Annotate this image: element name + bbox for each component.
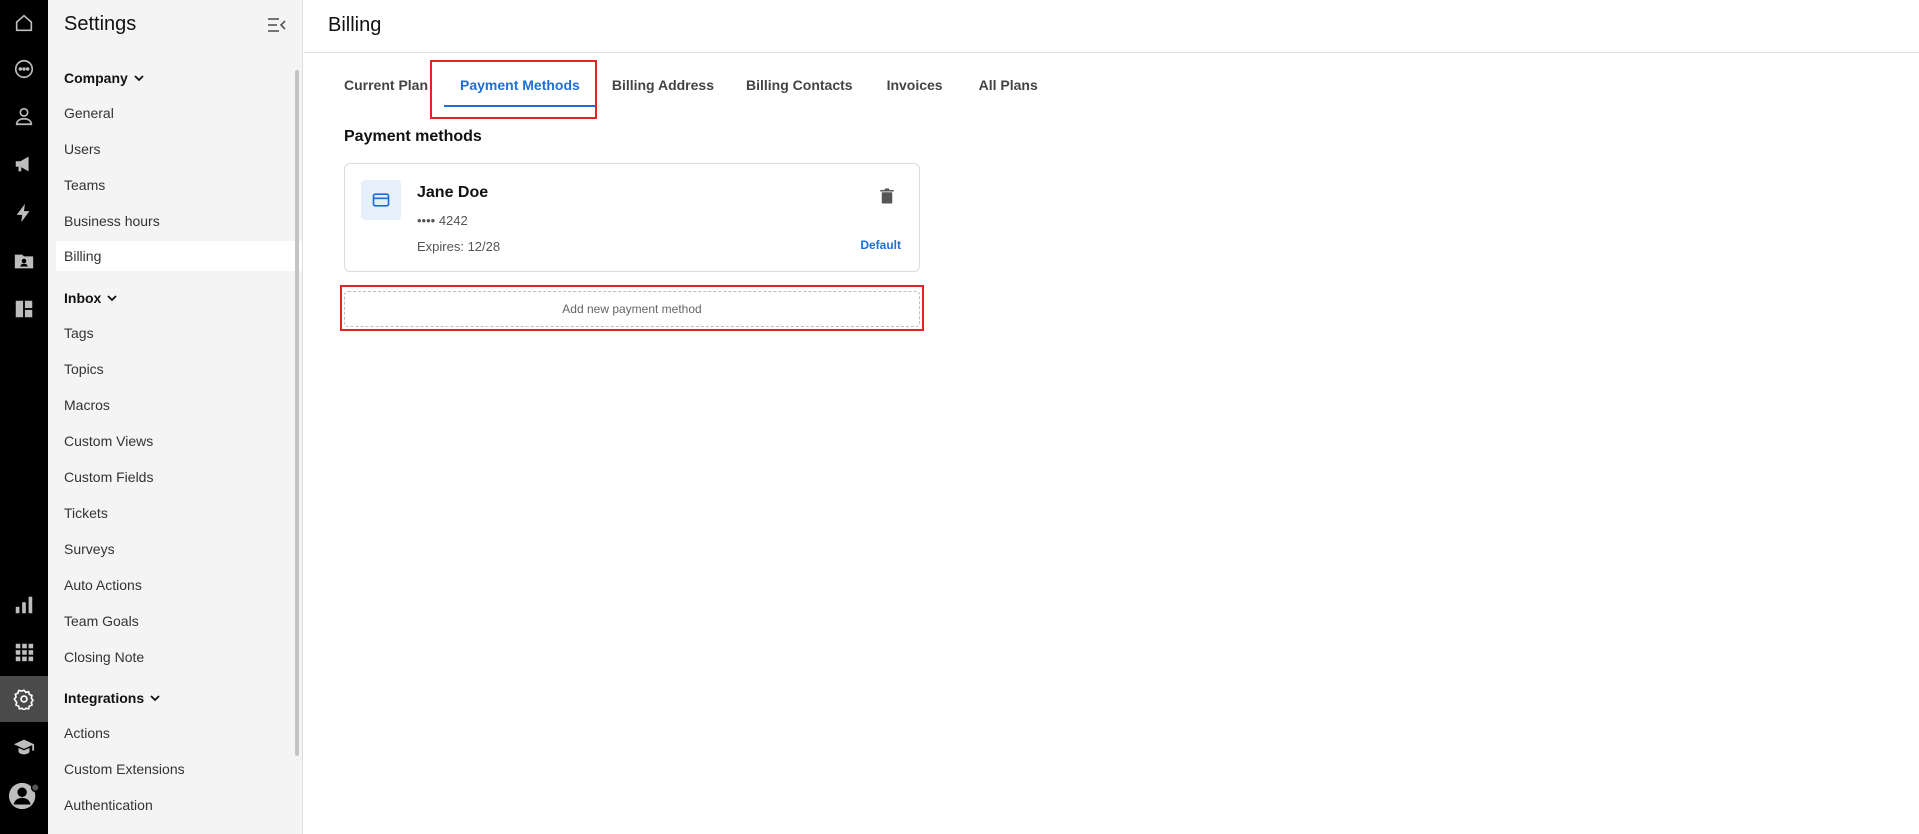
sidebar-item-custom-extensions[interactable]: Custom Extensions [56, 754, 302, 784]
trash-icon[interactable] [877, 186, 897, 206]
sidebar-item-tickets[interactable]: Tickets [56, 498, 302, 528]
sidebar-scrollbar[interactable] [295, 70, 299, 756]
default-badge: Default [860, 238, 901, 252]
sidebar-item-authentication[interactable]: Authentication [56, 790, 302, 820]
sidebar-section-label: Integrations [64, 690, 145, 706]
apps-grid-icon[interactable] [0, 629, 48, 675]
person-icon[interactable] [0, 93, 48, 139]
sidebar-item-auto-actions[interactable]: Auto Actions [56, 570, 302, 600]
lightning-icon[interactable] [0, 190, 48, 236]
page-header: Billing [304, 0, 1919, 53]
sidebar-item-custom-views[interactable]: Custom Views [56, 426, 302, 456]
credit-card-icon [361, 180, 401, 220]
add-button-highlight-box [340, 285, 924, 331]
sidebar-section-inbox[interactable]: Inbox [64, 290, 119, 306]
page-title: Billing [328, 14, 382, 36]
home-icon[interactable] [0, 0, 48, 46]
sidebar-item-macros[interactable]: Macros [56, 390, 302, 420]
sidebar-item-custom-fields[interactable]: Custom Fields [56, 462, 302, 492]
tab-billing-contacts[interactable]: Billing Contacts [746, 72, 853, 112]
megaphone-icon[interactable] [0, 141, 48, 187]
contact-folder-icon[interactable] [0, 238, 48, 284]
main-content: Billing Current Plan Payment Methods Bil… [304, 0, 1919, 834]
tab-highlight-box [430, 60, 597, 119]
card-expiry: Expires: 12/28 [417, 239, 501, 254]
sidebar-item-users[interactable]: Users [56, 134, 302, 164]
avatar-icon[interactable] [0, 773, 48, 819]
chevron-down-icon [150, 695, 160, 702]
icon-rail [0, 0, 48, 834]
collapse-sidebar-icon[interactable] [266, 15, 288, 35]
bar-chart-icon[interactable] [0, 582, 48, 628]
sidebar-item-teams[interactable]: Teams [56, 170, 302, 200]
tab-billing-address[interactable]: Billing Address [612, 72, 714, 112]
sidebar-section-label: Inbox [64, 290, 102, 306]
tab-all-plans[interactable]: All Plans [979, 72, 1038, 112]
chevron-down-icon [134, 75, 144, 82]
sidebar-item-business-hours[interactable]: Business hours [56, 206, 302, 236]
dashboard-icon[interactable] [0, 286, 48, 332]
sidebar-section-integrations[interactable]: Integrations [64, 690, 162, 706]
tab-current-plan[interactable]: Current Plan [344, 72, 428, 112]
chevron-down-icon [107, 295, 117, 302]
sidebar-section-label: Company [64, 70, 128, 86]
sidebar-section-company[interactable]: Company [64, 70, 146, 86]
gear-icon[interactable] [0, 676, 48, 722]
settings-sidebar: Settings Company General Users Teams Bus… [48, 0, 303, 834]
payment-method-card: Jane Doe •••• 4242 Expires: 12/28 Defaul… [344, 163, 920, 272]
cardholder-name: Jane Doe [417, 184, 489, 201]
sidebar-item-team-goals[interactable]: Team Goals [56, 606, 302, 636]
sidebar-title: Settings [64, 13, 137, 35]
sidebar-item-closing-note[interactable]: Closing Note [56, 642, 302, 672]
sidebar-item-actions[interactable]: Actions [56, 718, 302, 748]
chat-icon[interactable] [0, 46, 48, 92]
sidebar-item-surveys[interactable]: Surveys [56, 534, 302, 564]
card-number: •••• 4242 [417, 213, 468, 228]
sidebar-item-topics[interactable]: Topics [56, 354, 302, 384]
sidebar-item-tags[interactable]: Tags [56, 318, 302, 348]
tab-invoices[interactable]: Invoices [887, 72, 943, 112]
section-title: Payment methods [344, 128, 482, 145]
graduation-cap-icon[interactable] [0, 724, 48, 770]
sidebar-item-general[interactable]: General [56, 98, 302, 128]
sidebar-item-billing[interactable]: Billing [56, 241, 302, 271]
